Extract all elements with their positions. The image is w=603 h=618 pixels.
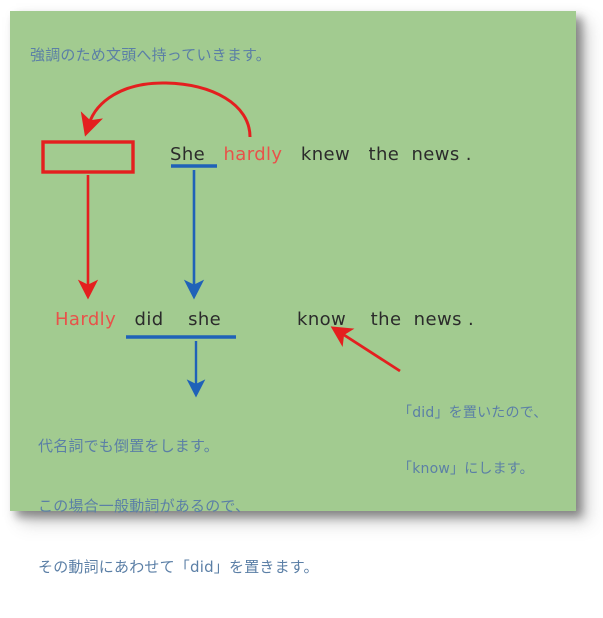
bottom-note: 代名詞でも倒置をします。 この場合一般動詞があるので、 その動詞にあわせて「di… xyxy=(38,395,319,618)
sentence-inverted-left: Hardly did she xyxy=(55,308,221,332)
word-the-2: the xyxy=(370,309,402,330)
word-she-lower: she xyxy=(188,309,222,330)
sentence-inverted-right: know the news . xyxy=(297,308,474,332)
diagram-canvas: 強調のため文頭へ持っていきます。 She hardly knew the new… xyxy=(0,0,603,576)
word-know: know xyxy=(297,309,347,330)
word-did: did xyxy=(134,309,164,330)
title-note: 強調のため文頭へ持っていきます。 xyxy=(30,46,271,64)
sentence-original: She hardly knew the news . xyxy=(170,143,472,167)
word-news: news . xyxy=(411,144,472,165)
bottom-note-line-3: その動詞にあわせて「did」を置きます。 xyxy=(38,558,319,576)
word-hardly-front: Hardly xyxy=(55,309,117,330)
word-hardly: hardly xyxy=(223,144,283,165)
word-she: She xyxy=(170,144,206,165)
bottom-note-line-2: この場合一般動詞があるので、 xyxy=(38,497,251,516)
side-note-line-2: 「know」にします。 xyxy=(398,461,534,478)
bottom-note-line-1: 代名詞でも倒置をします。 xyxy=(38,436,219,455)
word-knew: knew xyxy=(300,144,351,165)
side-note-line-1: 「did」を置いたので、 xyxy=(398,404,548,421)
word-the: the xyxy=(368,144,400,165)
word-news-2: news . xyxy=(413,309,475,330)
side-note: 「did」を置いたので、 「know」にします。 xyxy=(398,366,548,517)
